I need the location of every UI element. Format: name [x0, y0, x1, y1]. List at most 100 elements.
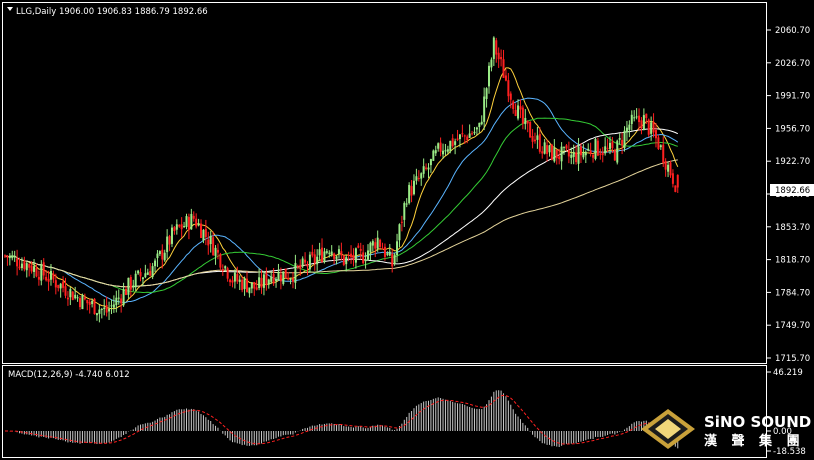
candle-body — [408, 184, 411, 204]
candle-body — [446, 149, 449, 152]
trading-chart[interactable]: LLG,Daily 1906.00 1906.83 1886.79 1892.6… — [0, 0, 814, 460]
candle-body — [367, 250, 369, 260]
price-tick-label: 2060.70 — [775, 26, 810, 36]
candle-body — [577, 146, 580, 164]
price-tick-label: 1715.70 — [775, 354, 810, 364]
candle-body — [519, 106, 522, 110]
candle-body — [291, 278, 294, 282]
candle-body — [258, 277, 261, 289]
candle-body — [405, 203, 408, 205]
candle-body — [209, 236, 212, 244]
candle-body — [185, 216, 188, 227]
candle-body — [621, 139, 624, 146]
svg-text:1892.66: 1892.66 — [775, 186, 810, 196]
candle-body — [137, 270, 140, 274]
candle-body — [11, 255, 14, 259]
candle-body — [49, 270, 52, 280]
candle-body — [88, 301, 91, 305]
candle-body — [504, 75, 507, 81]
candle-body — [618, 138, 621, 140]
candle-body — [168, 236, 171, 245]
candle-body — [241, 279, 244, 291]
candle-body — [587, 148, 590, 151]
candle-body — [52, 273, 55, 280]
candle-body — [40, 264, 43, 281]
candle-body — [563, 146, 566, 148]
candle-body — [62, 281, 65, 288]
candle-body — [410, 186, 413, 196]
candle-body — [108, 309, 111, 312]
candle-body — [144, 273, 147, 278]
current-price-tag: 1892.66 — [770, 184, 814, 196]
candle-body — [543, 142, 546, 154]
candle-body — [91, 300, 94, 305]
candle-body — [396, 241, 399, 256]
candle-body — [248, 287, 251, 294]
price-tick-label: 1818.70 — [775, 256, 810, 266]
candle-body — [388, 251, 391, 256]
candle-body — [374, 242, 377, 249]
candle-body — [350, 253, 353, 258]
candle-body — [170, 227, 173, 244]
candle-body — [606, 147, 609, 149]
price-tick-label: 1749.70 — [775, 321, 810, 331]
candle-body — [81, 295, 84, 310]
candle-body — [231, 280, 234, 283]
candle-body — [584, 151, 587, 156]
candle-body — [475, 127, 478, 130]
candle-body — [664, 161, 667, 170]
candle-body — [345, 257, 348, 265]
candle-body — [54, 280, 57, 288]
candle-body — [623, 130, 626, 149]
candle-body — [609, 142, 611, 149]
candle-body — [282, 271, 285, 284]
candle-body — [212, 237, 215, 256]
candle-body — [216, 249, 219, 253]
sino-sound-logo: SiNO SOUND 漢 聲 集 團 — [641, 409, 811, 449]
candle-body — [180, 224, 183, 230]
candle-body — [105, 305, 108, 313]
candle-body — [301, 258, 304, 267]
candle-body — [357, 245, 360, 248]
candle-body — [243, 278, 246, 290]
price-tick-label: 1853.70 — [775, 223, 810, 233]
candle-body — [533, 139, 536, 142]
candle-body — [183, 226, 186, 228]
candle-body — [434, 150, 437, 154]
candle-body — [16, 258, 19, 267]
candle-body — [125, 288, 127, 295]
candle-body — [422, 166, 425, 174]
candle-body — [412, 180, 415, 195]
candle-body — [359, 249, 362, 251]
candle-body — [149, 271, 152, 276]
candle-body — [642, 115, 645, 131]
candle-body — [362, 252, 365, 264]
candle-body — [335, 256, 338, 259]
candle-body — [420, 173, 423, 179]
candle-body — [502, 59, 505, 78]
candle-body — [589, 150, 592, 154]
candle-body — [267, 279, 270, 285]
candle-body — [18, 266, 21, 269]
candle-body — [175, 224, 178, 230]
candle-body — [613, 150, 616, 161]
candle-body — [538, 134, 541, 152]
price-panel[interactable] — [2, 2, 767, 364]
candle-body — [432, 150, 435, 161]
candle-body — [246, 278, 248, 293]
candle-body — [47, 278, 50, 282]
candle-body — [676, 174, 679, 188]
candle-body — [594, 138, 597, 159]
candle-body — [454, 141, 457, 145]
candle-body — [471, 133, 474, 135]
candle-body — [226, 268, 229, 279]
candle-body — [28, 263, 31, 268]
chart-header: LLG,Daily 1906.00 1906.83 1886.79 1892.6… — [16, 7, 208, 17]
candle-body — [633, 117, 636, 119]
candle-body — [238, 279, 241, 282]
candle-body — [318, 249, 321, 256]
candle-body — [69, 289, 72, 298]
candle-body — [30, 265, 33, 272]
candle-body — [352, 254, 355, 260]
candle-body — [23, 260, 26, 270]
